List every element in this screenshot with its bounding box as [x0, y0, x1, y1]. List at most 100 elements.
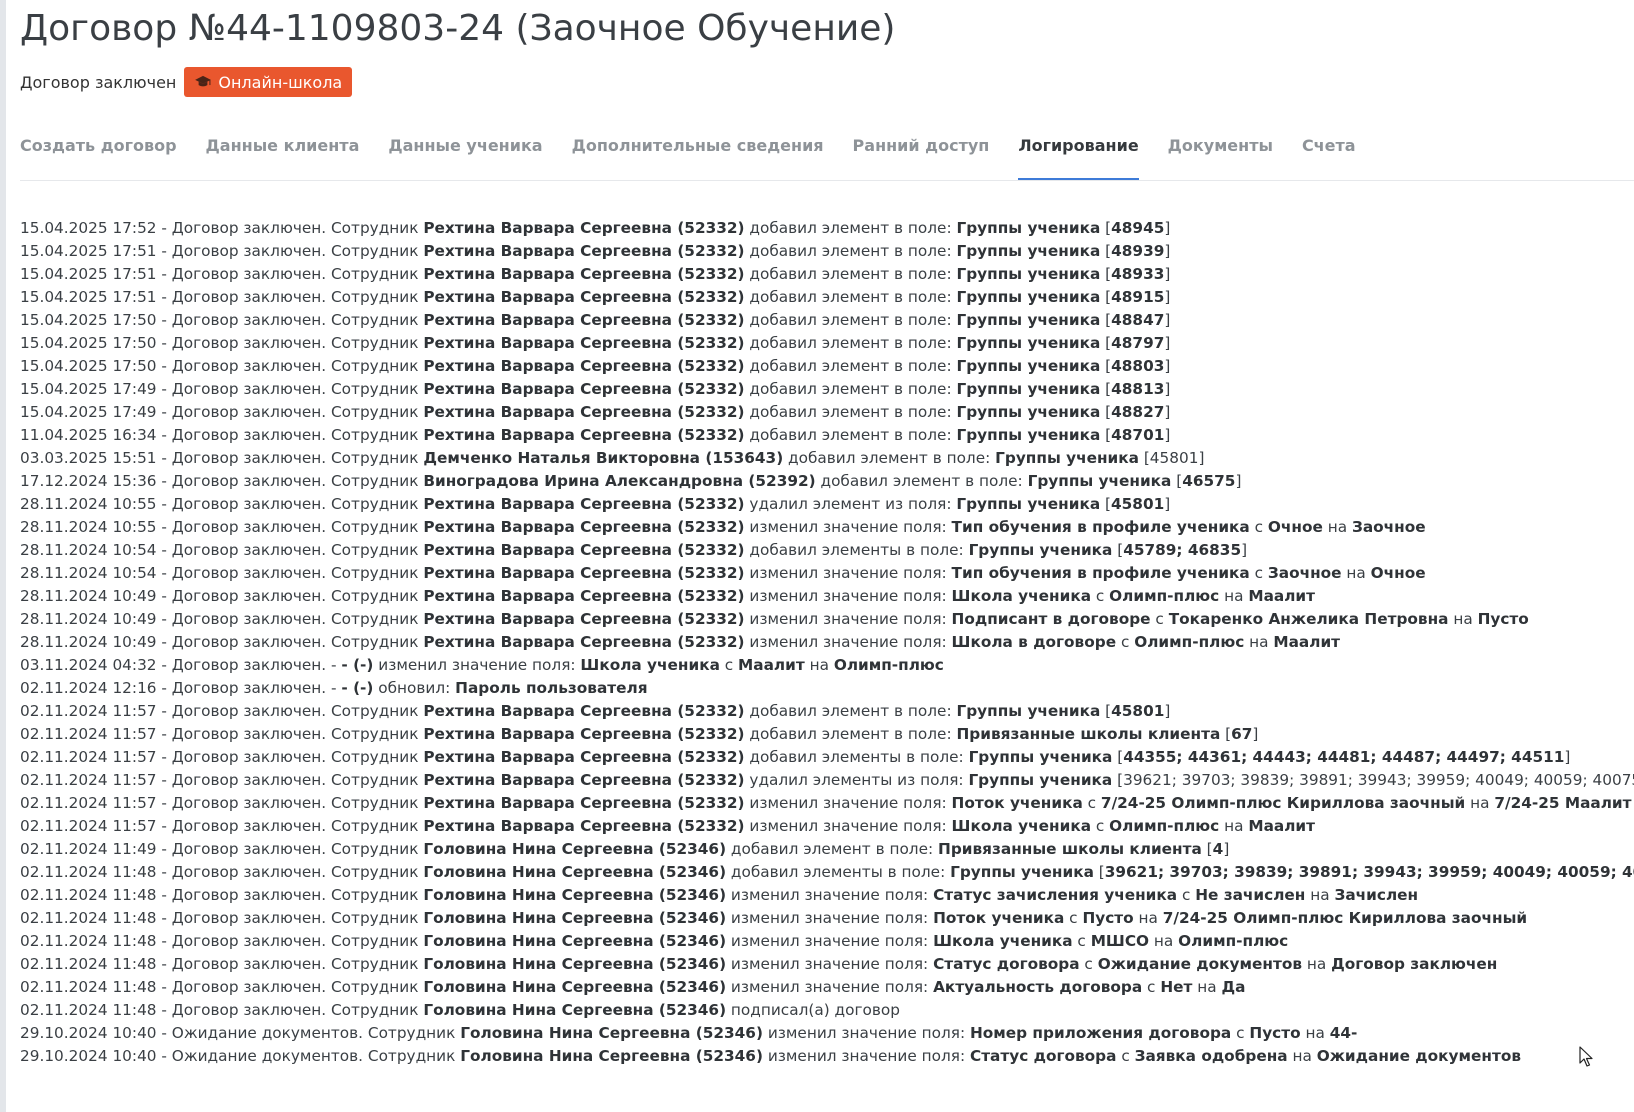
- log-entry-highlight: Олимп-плюс: [1109, 587, 1220, 605]
- log-entry-highlight: Рехтина Варвара Сергеевна (52332): [423, 357, 745, 375]
- log-entry-highlight: Олимп-плюс: [1134, 633, 1245, 651]
- log-entry-text: [: [1112, 541, 1124, 559]
- log-entry-text: на: [1300, 1024, 1330, 1042]
- log-entry: 02.11.2024 11:48 - Договор заключен. Сот…: [20, 999, 1634, 1022]
- log-entry-text: добавил элементы в поле:: [726, 863, 951, 881]
- log-entry-text: на: [1219, 817, 1249, 835]
- log-entry-text: изменил значение поля:: [744, 794, 952, 812]
- log-entry-highlight: Рехтина Варвара Сергеевна (52332): [423, 242, 745, 260]
- log-entry: 02.11.2024 11:57 - Договор заключен. Сот…: [20, 815, 1634, 838]
- log-entry-highlight: Тип обучения в профиле ученика: [951, 564, 1250, 582]
- log-entry: 15.04.2025 17:50 - Договор заключен. Сот…: [20, 332, 1634, 355]
- log-entry-text: добавил элемент в поле:: [744, 725, 957, 743]
- log-entry-text: добавил элемент в поле:: [744, 702, 957, 720]
- log-entry-text: на: [1244, 633, 1274, 651]
- log-entry: 28.11.2024 10:55 - Договор заключен. Сот…: [20, 493, 1634, 516]
- log-entry-highlight: Привязанные школы клиента: [956, 725, 1221, 743]
- log-entry-highlight: Школа в договоре: [951, 633, 1117, 651]
- log-entry-highlight: Тип обучения в профиле ученика: [951, 518, 1250, 536]
- log-entry-text: на: [1149, 932, 1179, 950]
- log-entry-highlight: Рехтина Варвара Сергеевна (52332): [423, 334, 745, 352]
- log-entry-text: 02.11.2024 11:57 - Договор заключен. Сот…: [20, 794, 424, 812]
- log-entry: 02.11.2024 11:48 - Договор заключен. Сот…: [20, 930, 1634, 953]
- log-entry-text: ]: [1252, 725, 1259, 743]
- log-entry-text: 15.04.2025 17:51 - Договор заключен. Сот…: [20, 288, 424, 306]
- log-entry-text: [: [1220, 725, 1232, 743]
- log-entry-text: на: [1219, 587, 1249, 605]
- log-entry-text: с: [1072, 932, 1091, 950]
- log-entry-text: 02.11.2024 11:57 - Договор заключен. Сот…: [20, 702, 424, 720]
- log-entry-highlight: Головина Нина Сергеевна (52346): [423, 886, 727, 904]
- log-entry-highlight: Школа ученика: [933, 932, 1073, 950]
- log-entry-highlight: Рехтина Варвара Сергеевна (52332): [423, 633, 745, 651]
- log-entry-text: изменил значение поля:: [762, 1024, 970, 1042]
- tab-early-access[interactable]: Ранний доступ: [853, 128, 990, 180]
- log-entry-text: ]: [1164, 426, 1171, 444]
- tab-logging[interactable]: Логирование: [1018, 128, 1139, 180]
- log-entry-text: ]: [1235, 472, 1242, 490]
- log-entry-text: 02.11.2024 11:48 - Договор заключен. Сот…: [20, 863, 424, 881]
- log-entry-highlight: Группы ученика: [956, 403, 1101, 421]
- log-entry: 02.11.2024 11:57 - Договор заключен. Сот…: [20, 700, 1634, 723]
- log-entry-highlight: Пароль пользователя: [455, 679, 648, 697]
- log-entry-text: удалил элементы из поля:: [744, 771, 969, 789]
- log-entry: 28.11.2024 10:55 - Договор заключен. Сот…: [20, 516, 1634, 539]
- log-entry-text: ]: [1164, 357, 1171, 375]
- log-entry-text: 28.11.2024 10:55 - Договор заключен. Сот…: [20, 495, 424, 513]
- log-entry-highlight: Статус договора: [933, 955, 1080, 973]
- log-list: 15.04.2025 17:52 - Договор заключен. Сот…: [20, 217, 1634, 1068]
- log-entry-highlight: Рехтина Варвара Сергеевна (52332): [423, 748, 745, 766]
- log-entry-highlight: Договор заключен: [1331, 955, 1498, 973]
- log-entry-text: 28.11.2024 10:55 - Договор заключен. Сот…: [20, 518, 424, 536]
- tab-client-data[interactable]: Данные клиента: [206, 128, 360, 180]
- log-entry-highlight: 48813: [1111, 380, 1165, 398]
- log-entry-text: добавил элемент в поле:: [744, 334, 957, 352]
- log-entry: 02.11.2024 11:48 - Договор заключен. Сот…: [20, 953, 1634, 976]
- log-entry-text: [39621; 39703; 39839; 39891; 39943; 3995…: [1117, 771, 1634, 789]
- log-entry-highlight: Группы ученика: [956, 380, 1101, 398]
- log-entry-highlight: Рехтина Варвара Сергеевна (52332): [423, 702, 745, 720]
- log-entry-text: на: [1465, 794, 1495, 812]
- log-entry-text: подписал(а) договор: [726, 1001, 900, 1019]
- log-entry: 29.10.2024 10:40 - Ожидание документов. …: [20, 1022, 1634, 1045]
- tab-create-contract[interactable]: Создать договор: [20, 128, 177, 180]
- log-entry-highlight: 44-: [1329, 1024, 1358, 1042]
- log-entry-text: ]: [1564, 748, 1571, 766]
- log-entry-text: добавил элементы в поле:: [744, 748, 969, 766]
- log-entry-text: [: [1171, 472, 1183, 490]
- log-entry-text: 02.11.2024 12:16 - Договор заключен. -: [20, 679, 342, 697]
- log-entry-text: 02.11.2024 11:57 - Договор заключен. Сот…: [20, 771, 424, 789]
- log-entry-highlight: 48847: [1111, 311, 1165, 329]
- log-entry: 29.10.2024 10:40 - Ожидание документов. …: [20, 1045, 1634, 1068]
- log-entry-text: добавил элемент в поле:: [815, 472, 1028, 490]
- log-entry-highlight: Группы ученика: [995, 449, 1139, 467]
- log-entry-text: на: [1322, 518, 1352, 536]
- log-entry-highlight: Статус договора: [969, 1047, 1117, 1065]
- log-entry-highlight: 48933: [1111, 265, 1165, 283]
- log-entry: 03.11.2024 04:32 - Договор заключен. - -…: [20, 654, 1634, 677]
- contract-tabs: Создать договор Данные клиента Данные уч…: [20, 128, 1634, 181]
- log-entry-highlight: Очное: [1267, 518, 1323, 536]
- log-entry-text: [: [1093, 863, 1105, 881]
- log-entry-highlight: Группы ученика: [956, 357, 1101, 375]
- log-entry: 15.04.2025 17:50 - Договор заключен. Сот…: [20, 355, 1634, 378]
- log-entry-highlight: Рехтина Варвара Сергеевна (52332): [423, 380, 745, 398]
- log-entry-highlight: Токаренко Анжелика Петровна: [1168, 610, 1449, 628]
- tab-student-data[interactable]: Данные ученика: [388, 128, 542, 180]
- log-entry-highlight: - (-): [341, 679, 374, 697]
- log-entry-text: [: [1100, 311, 1112, 329]
- log-entry-highlight: Пусто: [1082, 909, 1134, 927]
- log-entry-text: изменил значение поля:: [726, 955, 934, 973]
- tab-documents[interactable]: Документы: [1168, 128, 1273, 180]
- log-entry: 28.11.2024 10:54 - Договор заключен. Сот…: [20, 562, 1634, 585]
- log-entry-highlight: Группы ученика: [1027, 472, 1172, 490]
- log-entry-text: 15.04.2025 17:49 - Договор заключен. Сот…: [20, 403, 424, 421]
- log-entry-highlight: Подписант в договоре: [951, 610, 1151, 628]
- log-entry-text: с: [1082, 794, 1101, 812]
- log-entry-highlight: 45789; 46835: [1123, 541, 1242, 559]
- log-entry-highlight: Рехтина Варвара Сергеевна (52332): [423, 495, 745, 513]
- tab-invoices[interactable]: Счета: [1302, 128, 1356, 180]
- log-entry-highlight: Группы ученика: [956, 219, 1101, 237]
- tab-additional-info[interactable]: Дополнительные сведения: [572, 128, 824, 180]
- log-entry-text: 28.11.2024 10:54 - Договор заключен. Сот…: [20, 564, 424, 582]
